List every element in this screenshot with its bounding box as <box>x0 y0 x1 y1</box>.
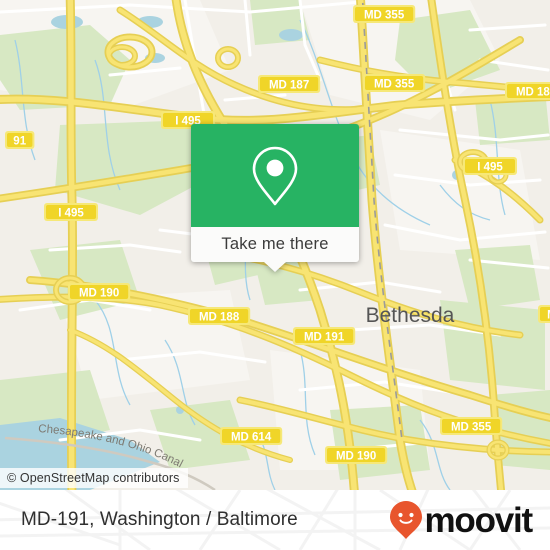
road-shield: MD 185 <box>505 82 550 100</box>
map-label-bethesda: Bethesda <box>366 304 455 327</box>
road-shield: MD 190 <box>325 446 388 464</box>
osm-attribution[interactable]: © OpenStreetMap contributors <box>0 468 188 488</box>
road-shield: MD 187 <box>258 75 321 93</box>
destination-popup[interactable]: Take me there <box>191 124 359 272</box>
road-shield: MD 188 <box>188 307 251 325</box>
road-shield: MD 614 <box>220 427 283 445</box>
popup-icon-area <box>191 124 359 227</box>
road-shield: MD 355 <box>440 417 503 435</box>
moovit-wordmark: moovit <box>424 500 533 540</box>
road-shield: 91 <box>5 131 35 149</box>
take-me-there-label: Take me there <box>221 235 329 253</box>
take-me-there-button[interactable]: Take me there <box>191 227 359 272</box>
road-shield-label: MD 355 <box>374 78 415 90</box>
footer-bar: MD-191, Washington / Baltimore moovit <box>0 490 550 550</box>
road-shield: I 495 <box>44 203 98 221</box>
moovit-map-page: Bethesda Chesapeake and Ohio Canal MD 35… <box>0 0 550 550</box>
road-shield: MD 355 <box>353 5 416 23</box>
road-shield-label: MD 355 <box>451 421 492 433</box>
road-shield-label: MD 185 <box>516 86 550 98</box>
road-shield-label: I 495 <box>477 161 503 173</box>
road-shield-label: MD 187 <box>269 79 309 91</box>
road-shield: MD 355 <box>363 74 426 92</box>
page-title: MD-191, Washington / Baltimore <box>21 509 298 530</box>
road-shield: MD 190 <box>68 283 131 301</box>
road-shield-label: MD 355 <box>364 9 405 21</box>
moovit-logo[interactable]: moovit <box>389 500 533 540</box>
popup-tail <box>264 262 286 272</box>
road-shield-label: MD 190 <box>79 287 119 299</box>
road-shield-label: 91 <box>13 135 26 147</box>
road-shield-label: MD 191 <box>304 331 345 343</box>
moovit-pin-smiley-icon <box>390 501 423 539</box>
road-shield-label: I 495 <box>58 207 84 219</box>
road-shield-label: MD 190 <box>336 450 376 462</box>
road-shield: MD 1 <box>538 305 550 323</box>
road-shield-label: MD 614 <box>231 431 272 443</box>
road-shield: MD 191 <box>293 327 356 345</box>
road-shield-label: MD 188 <box>199 311 240 323</box>
road-shield: I 495 <box>463 157 517 175</box>
map-pin-icon <box>252 146 298 205</box>
